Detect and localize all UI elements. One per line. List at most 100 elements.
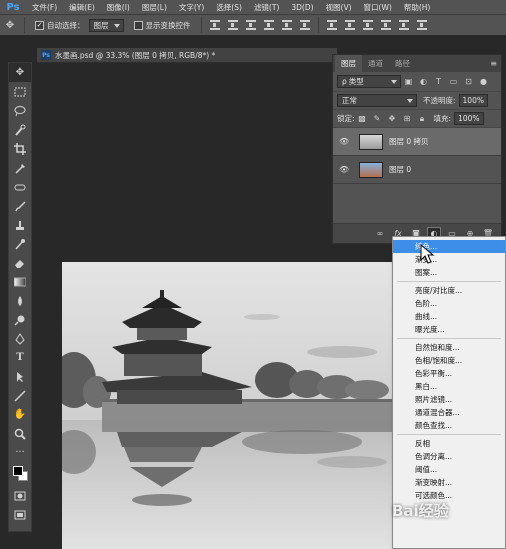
lock-all-icon[interactable]: 🔒︎: [418, 114, 427, 123]
layer-row[interactable]: 👁︎ 图层 0: [333, 156, 501, 184]
align-bottom-icon[interactable]: [245, 20, 256, 30]
move-tool-preset-icon[interactable]: ✥: [0, 16, 20, 35]
smart-object-filter-icon[interactable]: ⊡: [464, 77, 473, 86]
clone-stamp-tool-icon[interactable]: [9, 215, 31, 234]
foreground-color-swatch[interactable]: [13, 466, 23, 476]
menu-item-invert[interactable]: 反相: [393, 437, 505, 450]
menu-edit[interactable]: 编辑(E): [63, 2, 101, 13]
align-top-icon[interactable]: [209, 20, 220, 30]
menu-help[interactable]: 帮助(H): [398, 2, 437, 13]
show-transform-checkbox[interactable]: [133, 20, 143, 30]
tab-paths[interactable]: 路径: [389, 55, 416, 72]
more-tools-icon[interactable]: ···: [9, 443, 31, 462]
screen-mode-icon[interactable]: [9, 505, 31, 524]
align-vcenter-icon[interactable]: [227, 20, 238, 30]
menu-item-black-white[interactable]: 黑白...: [393, 380, 505, 393]
marquee-tool-icon[interactable]: [9, 82, 31, 101]
lock-artboard-icon[interactable]: ⊞: [403, 114, 412, 123]
menu-item-solid-color[interactable]: 纯色...: [393, 240, 505, 253]
opacity-label: 不透明度:: [423, 96, 456, 105]
document-canvas[interactable]: [62, 262, 392, 549]
quick-select-tool-icon[interactable]: [9, 120, 31, 139]
filter-toggle-icon[interactable]: ●: [479, 77, 488, 86]
blend-mode-dropdown[interactable]: 正常: [337, 94, 417, 107]
shape-filter-icon[interactable]: ▭: [449, 77, 458, 86]
lock-transparent-icon[interactable]: ▩: [358, 114, 367, 123]
fill-field[interactable]: 100%: [454, 112, 484, 125]
menu-item-curves[interactable]: 曲线...: [393, 310, 505, 323]
menu-item-pattern[interactable]: 图案...: [393, 266, 505, 279]
menu-3d[interactable]: 3D(D): [285, 3, 319, 12]
distribute-top-icon[interactable]: [326, 20, 337, 30]
lock-image-icon[interactable]: ✎: [373, 114, 382, 123]
auto-select-checkbox[interactable]: ✓: [35, 20, 44, 30]
divider: [317, 17, 319, 33]
align-hcenter-icon[interactable]: [281, 20, 292, 30]
color-swatches[interactable]: [9, 462, 31, 486]
menu-item-hue-saturation[interactable]: 色相/饱和度...: [393, 354, 505, 367]
align-right-icon[interactable]: [299, 20, 310, 30]
menu-item-levels[interactable]: 色阶...: [393, 297, 505, 310]
menu-item-channel-mixer[interactable]: 通道混合器...: [393, 406, 505, 419]
panel-menu-icon[interactable]: ≡: [490, 59, 497, 68]
quick-mask-icon[interactable]: [9, 486, 31, 505]
line-tool-icon[interactable]: [9, 386, 31, 405]
path-selection-tool-icon[interactable]: [9, 367, 31, 386]
healing-brush-tool-icon[interactable]: [9, 177, 31, 196]
type-filter-icon[interactable]: T: [434, 77, 443, 86]
dodge-tool-icon[interactable]: [9, 310, 31, 329]
menu-select[interactable]: 选择(S): [210, 2, 248, 13]
type-tool-icon[interactable]: T: [9, 348, 31, 367]
menu-filter[interactable]: 滤镜(T): [248, 2, 285, 13]
adjustment-filter-icon[interactable]: ◐: [419, 77, 428, 86]
filter-kind-dropdown[interactable]: ρ 类型: [337, 75, 401, 88]
hand-tool-icon[interactable]: ✋: [9, 405, 31, 424]
ink-painting-image: [62, 262, 392, 549]
distribute-bottom-icon[interactable]: [362, 20, 373, 30]
pen-tool-icon[interactable]: [9, 329, 31, 348]
distribute-left-icon[interactable]: [380, 20, 391, 30]
history-brush-tool-icon[interactable]: [9, 234, 31, 253]
menu-item-threshold[interactable]: 阈值...: [393, 463, 505, 476]
tab-layers[interactable]: 图层: [335, 55, 362, 72]
menu-window[interactable]: 窗口(W): [358, 2, 398, 13]
menu-item-photo-filter[interactable]: 照片滤镜...: [393, 393, 505, 406]
menu-layer[interactable]: 图层(L): [136, 2, 173, 13]
menu-item-gradient[interactable]: 渐变...: [393, 253, 505, 266]
menu-type[interactable]: 文字(Y): [173, 2, 210, 13]
lasso-tool-icon[interactable]: [9, 101, 31, 120]
visibility-eye-icon[interactable]: 👁︎: [339, 165, 351, 174]
menu-item-vibrance[interactable]: 自然饱和度...: [393, 341, 505, 354]
distribute-right-icon[interactable]: [416, 20, 427, 30]
eyedropper-tool-icon[interactable]: [9, 158, 31, 177]
menu-item-brightness-contrast[interactable]: 亮度/对比度...: [393, 284, 505, 297]
visibility-eye-icon[interactable]: 👁︎: [339, 137, 351, 146]
link-layers-icon[interactable]: ∞: [373, 227, 387, 241]
menu-file[interactable]: 文件(F): [26, 2, 63, 13]
tab-channels[interactable]: 通道: [362, 55, 389, 72]
menu-item-gradient-map[interactable]: 渐变映射...: [393, 476, 505, 489]
menu-item-color-balance[interactable]: 色彩平衡...: [393, 367, 505, 380]
align-left-icon[interactable]: [263, 20, 274, 30]
menu-view[interactable]: 视图(V): [320, 2, 358, 13]
menu-item-posterize[interactable]: 色调分离...: [393, 450, 505, 463]
distribute-vcenter-icon[interactable]: [344, 20, 355, 30]
layer-name: 图层 0 拷贝: [389, 137, 429, 146]
lock-position-icon[interactable]: ✥: [388, 114, 397, 123]
blur-tool-icon[interactable]: [9, 291, 31, 310]
distribute-hcenter-icon[interactable]: [398, 20, 409, 30]
menu-item-exposure[interactable]: 曝光度...: [393, 323, 505, 336]
document-tab[interactable]: Ps 水墨画.psd @ 33.3% (图层 0 拷贝, RGB/8*) *: [37, 48, 337, 63]
opacity-field[interactable]: 100%: [458, 94, 488, 107]
layer-row[interactable]: 👁︎ 图层 0 拷贝: [333, 128, 501, 156]
eraser-tool-icon[interactable]: [9, 253, 31, 272]
menu-image[interactable]: 图像(I): [101, 2, 136, 13]
brush-tool-icon[interactable]: [9, 196, 31, 215]
gradient-tool-icon[interactable]: [9, 272, 31, 291]
crop-tool-icon[interactable]: [9, 139, 31, 158]
zoom-tool-icon[interactable]: [9, 424, 31, 443]
auto-select-dropdown[interactable]: 图层: [88, 18, 124, 32]
move-tool-icon[interactable]: ✥: [9, 63, 31, 82]
menu-item-color-lookup[interactable]: 颜色查找...: [393, 419, 505, 432]
pixel-filter-icon[interactable]: ▣: [404, 77, 413, 86]
